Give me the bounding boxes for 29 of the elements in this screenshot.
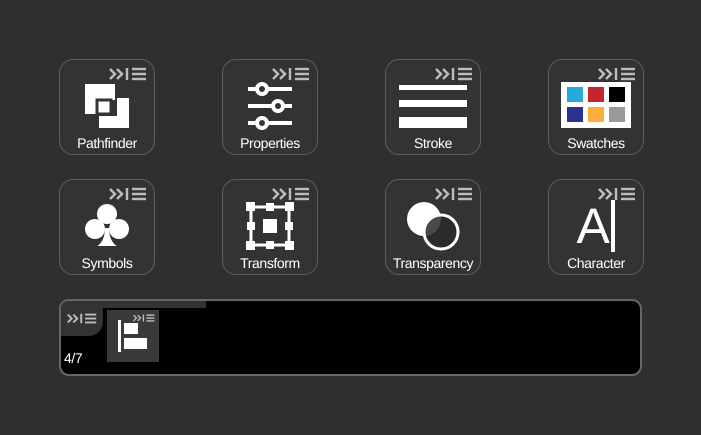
align-left-icon bbox=[118, 320, 148, 352]
panel-button[interactable]: Pathfinder bbox=[59, 59, 155, 155]
bounding-box-icon bbox=[246, 202, 294, 250]
panel-menu-icon[interactable] bbox=[598, 67, 636, 82]
panel-button[interactable]: Swatches bbox=[548, 59, 644, 155]
panel-menu-icon bbox=[67, 312, 97, 324]
page-counter: 4/7 bbox=[63, 349, 84, 368]
docked-panel-button[interactable] bbox=[107, 310, 159, 362]
panel-button[interactable]: Transparency bbox=[385, 179, 481, 275]
panel-button[interactable]: Stroke bbox=[385, 59, 481, 155]
overlapping-circles-icon bbox=[405, 201, 461, 251]
panel-menu-icon[interactable] bbox=[109, 67, 147, 82]
overlapping-squares-icon bbox=[83, 82, 131, 130]
panel-button[interactable]: A Character bbox=[548, 179, 644, 275]
panel-menu-icon[interactable] bbox=[272, 67, 310, 82]
panel-menu-icon[interactable] bbox=[272, 187, 310, 202]
panel-menu-icon[interactable] bbox=[109, 187, 147, 202]
panel-button[interactable]: Transform bbox=[222, 179, 318, 275]
text-cursor-icon bbox=[611, 200, 616, 252]
panel-menu-icon[interactable] bbox=[598, 187, 636, 202]
stroke-lines-icon bbox=[398, 82, 468, 130]
panel-button[interactable]: Properties bbox=[222, 59, 318, 155]
panel-menu-icon[interactable] bbox=[435, 67, 473, 82]
panel-menu-icon[interactable] bbox=[133, 314, 155, 322]
sliders-icon bbox=[246, 82, 294, 130]
glyph-text: A bbox=[576, 201, 610, 251]
color-swatches-icon bbox=[561, 82, 631, 130]
panel-menu-icon[interactable] bbox=[435, 187, 473, 202]
panel-button[interactable]: Symbols bbox=[59, 179, 155, 275]
